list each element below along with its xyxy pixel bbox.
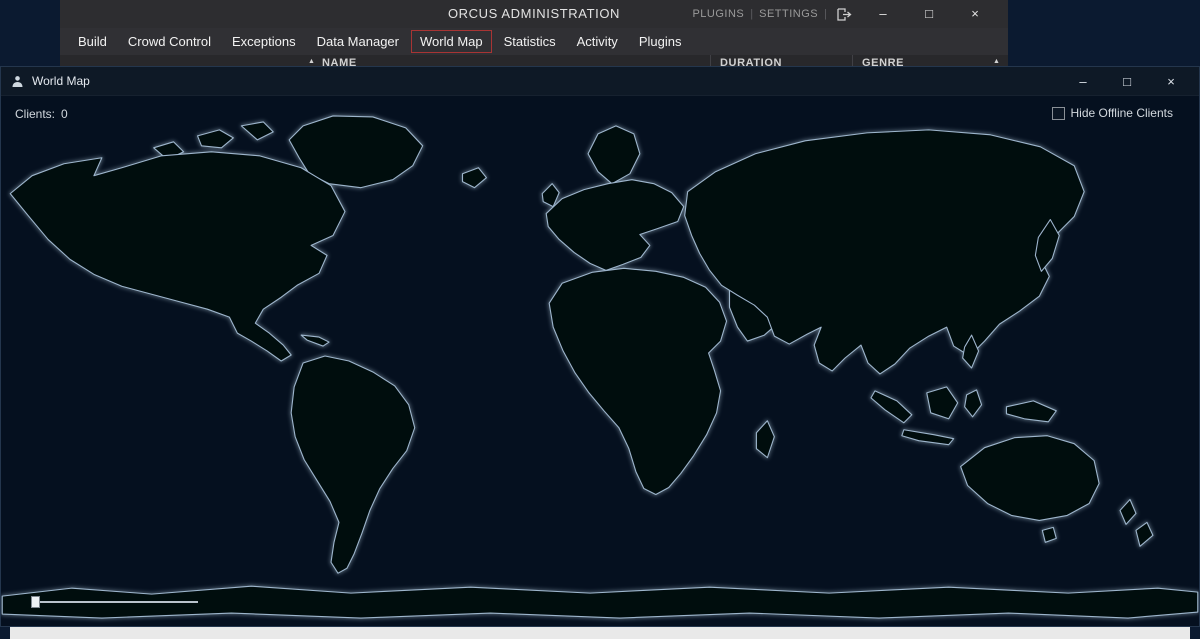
menu-bar: Build Crowd Control Exceptions Data Mana… — [60, 28, 1008, 55]
menu-item-exceptions[interactable]: Exceptions — [223, 30, 305, 53]
plugins-link[interactable]: PLUGINS — [686, 8, 750, 20]
admin-titlebar[interactable]: ORCUS ADMINISTRATION PLUGINS | SETTINGS … — [60, 0, 1008, 28]
checkbox-icon[interactable] — [1051, 106, 1065, 120]
sort-icon[interactable]: ▲ — [308, 58, 315, 65]
clients-count-value: 0 — [61, 107, 68, 121]
menu-item-crowd-control[interactable]: Crowd Control — [119, 30, 220, 53]
world-map-titlebar[interactable]: World Map – □ × — [1, 67, 1199, 96]
world-map[interactable] — [1, 96, 1199, 626]
world-map-window-title: World Map — [32, 74, 90, 88]
menu-item-plugins[interactable]: Plugins — [630, 30, 691, 53]
close-button[interactable]: × — [952, 0, 998, 28]
admin-window-title: ORCUS ADMINISTRATION — [447, 6, 621, 21]
menu-item-world-map[interactable]: World Map — [411, 30, 492, 53]
menu-item-activity[interactable]: Activity — [568, 30, 627, 53]
menu-item-data-manager[interactable]: Data Manager — [308, 30, 408, 53]
admin-window: ORCUS ADMINISTRATION PLUGINS | SETTINGS … — [60, 0, 1008, 70]
background-window-edge — [10, 627, 1190, 639]
maximize-button[interactable]: □ — [1105, 67, 1149, 96]
menu-item-statistics[interactable]: Statistics — [495, 30, 565, 53]
world-map-canvas[interactable] — [1, 96, 1199, 626]
maximize-button[interactable]: □ — [906, 0, 952, 28]
zoom-slider[interactable] — [31, 596, 198, 608]
zoom-slider-thumb[interactable] — [31, 596, 40, 608]
clients-count-label: Clients: 0 — [15, 107, 68, 121]
minimize-button[interactable]: – — [860, 0, 906, 28]
divider: | — [824, 8, 827, 20]
hide-offline-clients-label: Hide Offline Clients — [1070, 106, 1174, 120]
zoom-slider-track[interactable] — [31, 601, 198, 603]
close-button[interactable]: × — [1149, 67, 1193, 96]
world-map-window: World Map – □ × Clients: 0 Hide Offline C… — [0, 66, 1200, 627]
scroll-up-icon[interactable]: ▲ — [993, 58, 1000, 65]
settings-link[interactable]: SETTINGS — [753, 8, 824, 20]
logout-icon[interactable] — [837, 7, 852, 21]
hide-offline-clients-checkbox[interactable]: Hide Offline Clients — [1051, 106, 1174, 120]
desktop: ORCUS ADMINISTRATION PLUGINS | SETTINGS … — [0, 0, 1200, 639]
world-map-app-icon — [11, 75, 24, 88]
menu-item-build[interactable]: Build — [69, 30, 116, 53]
minimize-button[interactable]: – — [1061, 67, 1105, 96]
